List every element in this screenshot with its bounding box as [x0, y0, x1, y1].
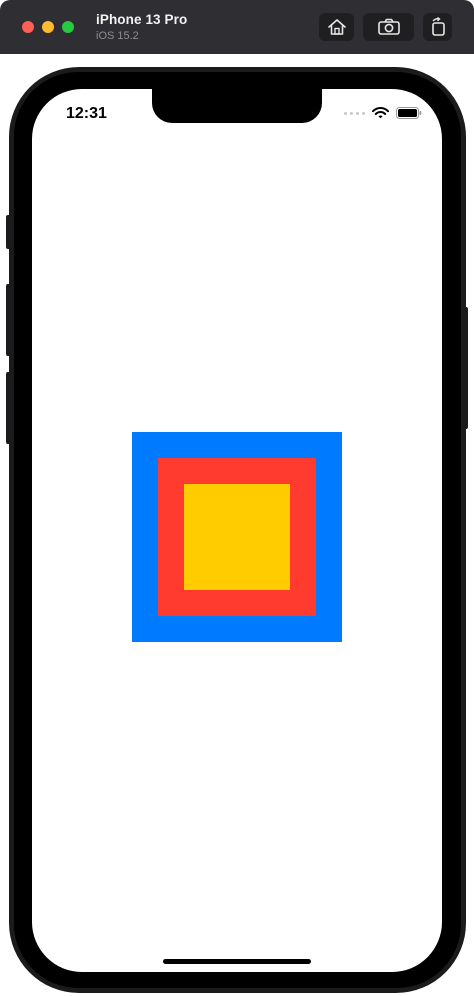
cellular-dots-icon	[344, 111, 365, 115]
inner-square	[184, 484, 290, 590]
rotate-icon	[431, 17, 445, 36]
notch	[152, 89, 322, 123]
volume-down-button	[6, 372, 12, 444]
power-button	[462, 307, 468, 429]
device-screen: 12:31	[32, 89, 442, 972]
rotate-button[interactable]	[423, 13, 452, 41]
outer-square	[132, 432, 342, 642]
mute-switch	[6, 215, 12, 249]
home-button[interactable]	[319, 13, 354, 41]
wifi-icon	[372, 107, 389, 119]
os-version: iOS 15.2	[96, 30, 139, 42]
camera-icon	[377, 18, 400, 35]
middle-square	[158, 458, 316, 616]
simulator-titlebar: iPhone 13 Pro iOS 15.2	[0, 0, 474, 54]
zoom-window-button[interactable]	[62, 21, 74, 33]
home-indicator[interactable]	[163, 959, 311, 964]
device-name: iPhone 13 Pro	[96, 12, 188, 27]
minimize-window-button[interactable]	[42, 21, 54, 33]
status-icons	[344, 107, 422, 119]
status-time: 12:31	[66, 105, 107, 122]
screenshot-button[interactable]	[363, 13, 414, 41]
close-window-button[interactable]	[22, 21, 34, 33]
volume-up-button	[6, 284, 12, 356]
battery-icon	[396, 107, 422, 119]
home-icon	[327, 19, 346, 35]
